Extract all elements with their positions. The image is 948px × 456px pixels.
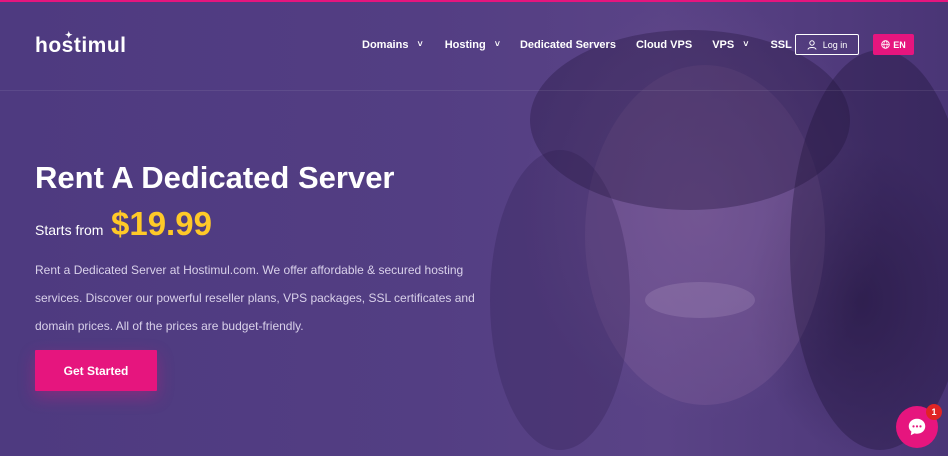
- page-title: Rent A Dedicated Server: [35, 160, 395, 195]
- nav-item-label: Hosting: [444, 39, 486, 51]
- starts-from-label: Starts from: [35, 222, 104, 238]
- top-accent-line: [0, 0, 948, 2]
- hero-description: Rent a Dedicated Server at Hostimul.com.…: [35, 263, 475, 333]
- header-divider: [0, 90, 948, 91]
- login-label: Log in: [822, 39, 848, 50]
- login-button[interactable]: Log in: [795, 34, 859, 55]
- logo[interactable]: hostimul ✦: [35, 30, 127, 58]
- language-label: EN: [893, 39, 906, 50]
- get-started-label: Get Started: [63, 363, 129, 378]
- nav-item-cloud-vps[interactable]: Cloud VPS: [636, 39, 692, 51]
- logo-text: hostimul: [35, 34, 127, 57]
- chat-notification-badge: 1: [926, 404, 942, 420]
- nav-item-label: SSL: [770, 39, 792, 51]
- nav-item-hosting[interactable]: Hosting ˅: [445, 39, 500, 51]
- chevron-down-icon: ˅: [417, 39, 423, 49]
- price-value: $19.99: [111, 205, 212, 242]
- globe-icon: [881, 40, 890, 49]
- get-started-button[interactable]: Get Started: [35, 350, 157, 391]
- nav-item-label: Domains: [362, 39, 409, 51]
- language-button[interactable]: EN: [873, 34, 914, 55]
- chat-bubble-icon: [908, 418, 926, 436]
- nav-item-domains[interactable]: Domains ˅: [362, 39, 423, 51]
- nav-item-ssl[interactable]: SSL: [770, 39, 791, 51]
- main-nav: Domains ˅ Hosting ˅ Dedicated Servers Cl…: [362, 39, 810, 51]
- user-icon: [807, 39, 817, 50]
- nav-item-label: Dedicated Servers: [519, 39, 616, 51]
- nav-item-dedicated-servers[interactable]: Dedicated Servers: [520, 39, 616, 51]
- nav-item-label: Cloud VPS: [635, 39, 693, 51]
- nav-item-vps[interactable]: VPS ˅: [712, 39, 748, 51]
- nav-item-label: VPS: [712, 39, 735, 51]
- chevron-down-icon: ˅: [743, 39, 749, 49]
- logo-sparkle-icon: ✦: [65, 30, 74, 40]
- chevron-down-icon: ˅: [494, 39, 500, 49]
